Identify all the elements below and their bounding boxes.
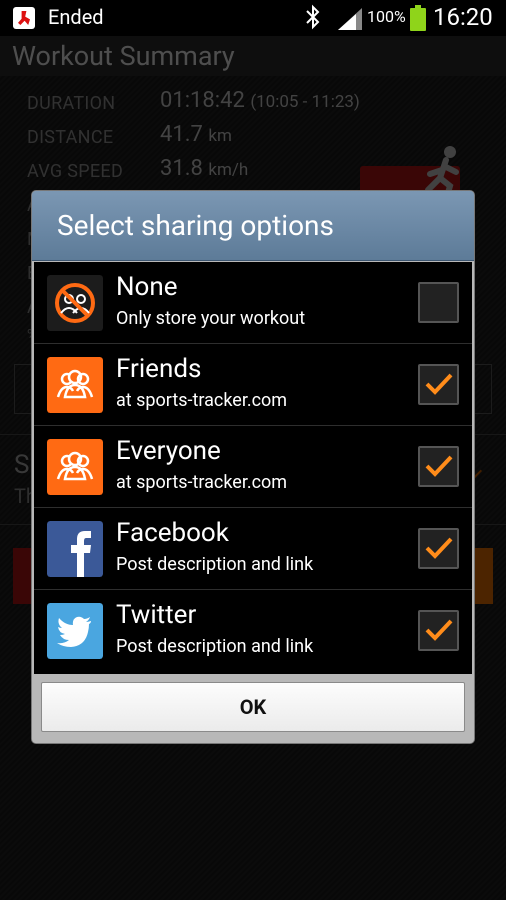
option-title: Everyone: [116, 436, 221, 466]
checkmark-icon: [425, 455, 453, 477]
twitter-checkbox[interactable]: [418, 610, 459, 651]
twitter-icon: [47, 603, 103, 659]
sharing-options-list: None Only store your workout Friends at …: [34, 262, 472, 674]
option-facebook[interactable]: Facebook Post description and link: [34, 508, 472, 590]
facebook-icon: [47, 521, 103, 577]
sports-tracker-notification-icon: [13, 7, 35, 29]
option-subtitle: at sports-tracker.com: [116, 472, 288, 493]
option-title: None: [116, 272, 178, 302]
option-subtitle: Post description and link: [116, 554, 314, 575]
friends-icon: [47, 357, 103, 413]
checkmark-icon: [425, 373, 453, 395]
ok-button[interactable]: OK: [41, 682, 465, 732]
option-title: Friends: [116, 354, 202, 384]
none-checkbox[interactable]: [418, 282, 459, 323]
notification-title: Ended: [48, 5, 104, 29]
option-twitter[interactable]: Twitter Post description and link: [34, 590, 472, 672]
no-sharing-icon: [47, 275, 103, 331]
option-title: Facebook: [116, 518, 229, 548]
clock: 16:20: [433, 3, 493, 31]
option-friends[interactable]: Friends at sports-tracker.com: [34, 344, 472, 426]
signal-strength-icon: [338, 8, 362, 30]
checkmark-icon: [425, 537, 453, 559]
dialog-header: Select sharing options: [32, 191, 474, 261]
option-subtitle: Post description and link: [116, 636, 314, 657]
status-bar: Ended 100% 16:20: [0, 0, 506, 36]
dialog-title: Select sharing options: [57, 209, 334, 242]
bluetooth-icon: [306, 4, 320, 30]
facebook-checkbox[interactable]: [418, 528, 459, 569]
option-everyone[interactable]: Everyone at sports-tracker.com: [34, 426, 472, 508]
option-subtitle: Only store your workout: [116, 308, 306, 329]
battery-percent: 100%: [367, 7, 406, 26]
everyone-icon: [47, 439, 103, 495]
everyone-checkbox[interactable]: [418, 446, 459, 487]
friends-checkbox[interactable]: [418, 364, 459, 405]
battery-icon: [410, 5, 426, 31]
option-none[interactable]: None Only store your workout: [34, 262, 472, 344]
checkmark-icon: [425, 619, 453, 641]
option-title: Twitter: [116, 600, 197, 630]
option-subtitle: at sports-tracker.com: [116, 390, 288, 411]
sharing-options-dialog: Select sharing options None Only store y…: [32, 191, 474, 743]
dialog-button-bar: OK: [32, 674, 474, 743]
